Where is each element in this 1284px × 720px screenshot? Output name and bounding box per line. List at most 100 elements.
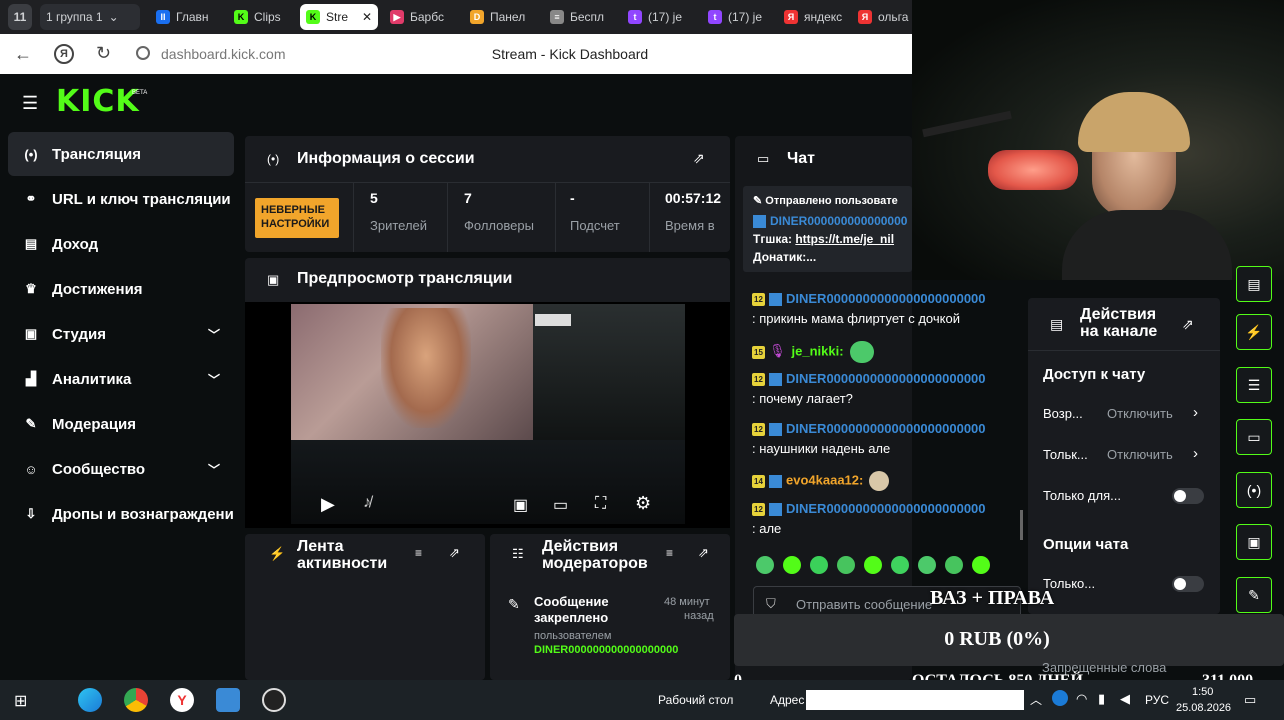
filter-icon[interactable]: ≡: [666, 546, 673, 560]
filter-icon[interactable]: ≡: [415, 546, 422, 560]
followers-only-toggle[interactable]: [1172, 488, 1204, 504]
emote-icon[interactable]: [918, 556, 936, 574]
tab-label: (17) je: [728, 10, 763, 24]
popout-icon[interactable]: ⇗: [449, 545, 460, 561]
desktop-label[interactable]: Рабочий стол: [658, 693, 733, 707]
popout-icon[interactable]: ⇗: [693, 150, 705, 167]
yandex-browser-icon[interactable]: Y: [170, 688, 194, 712]
emote-icon[interactable]: [891, 556, 909, 574]
settings-gear-icon[interactable]: ⚙: [635, 493, 651, 514]
sidebar-item-community[interactable]: ☺ Сообщество ﹀: [8, 447, 234, 491]
tab-glavn[interactable]: II Главн: [150, 4, 224, 30]
chat-username[interactable]: evo4kaaa12:: [786, 472, 863, 487]
windows-start-icon[interactable]: ⊞: [14, 691, 27, 711]
only-row[interactable]: Тольк... Отключить ›: [1043, 445, 1213, 467]
sidebar-item-income[interactable]: ▤ Доход: [8, 222, 234, 266]
mute-icon[interactable]: ♪̸: [363, 494, 371, 512]
beta-label: BETA: [132, 90, 148, 96]
status-badge[interactable]: НЕВЕРНЫЕ НАСТРОЙКИ: [255, 198, 339, 238]
tab-twitch-1[interactable]: t (17) je: [622, 4, 698, 30]
rail-analytics-button[interactable]: ▤: [1236, 266, 1272, 302]
video-player[interactable]: ▶ ♪̸ ▣ ▭ ⛶ ⚙: [291, 304, 685, 524]
pinned-user: DINER000000000000000: [753, 214, 907, 229]
age-restrict-row[interactable]: Возр... Отключить ›: [1043, 404, 1213, 426]
only-option-toggle[interactable]: [1172, 576, 1204, 592]
rail-moderation-button[interactable]: ✎: [1236, 577, 1272, 613]
popout-icon[interactable]: ⇗: [1182, 316, 1194, 333]
language-indicator[interactable]: РУС: [1145, 693, 1169, 707]
rail-list-button[interactable]: ☰: [1236, 367, 1272, 403]
pinned-label-text: Отправлено пользовате: [765, 195, 898, 207]
emote-icon[interactable]: [972, 556, 990, 574]
streamer-body: [1062, 210, 1232, 280]
kick-logo[interactable]: KICK: [56, 84, 140, 119]
clock-time[interactable]: 1:50: [1192, 686, 1213, 698]
chrome-icon[interactable]: [124, 688, 148, 712]
tab-label: ольга: [878, 10, 909, 24]
sidebar-item-url-key[interactable]: ⚭ URL и ключ трансляции: [8, 177, 234, 221]
chevron-up-icon[interactable]: ︿: [1030, 691, 1042, 708]
tab-bespl[interactable]: ≡ Беспл: [544, 4, 618, 30]
wifi-icon[interactable]: ◠: [1076, 691, 1087, 707]
emote-icon[interactable]: [783, 556, 801, 574]
emote-icon[interactable]: [837, 556, 855, 574]
sub-badge: 12: [752, 503, 765, 517]
sword-badge-icon: [769, 474, 782, 488]
tab-panel[interactable]: D Панел: [464, 4, 540, 30]
tab-clips[interactable]: K Clips: [228, 4, 296, 30]
sidebar-item-drops[interactable]: ⇩ Дропы и вознаграждени: [8, 492, 244, 536]
emote-icon[interactable]: [945, 556, 963, 574]
close-icon[interactable]: ✕: [362, 10, 372, 24]
chat-username[interactable]: je_nikki:: [792, 343, 844, 358]
app-grid-icon[interactable]: [216, 688, 240, 712]
stat-value: -: [570, 190, 575, 206]
notification-icon[interactable]: ▭: [1244, 692, 1256, 708]
tab-yandex[interactable]: Яяндекс: [778, 4, 848, 30]
chat-username[interactable]: DINER0000000000000000000000: [786, 371, 986, 386]
tab-stream-active[interactable]: K Stre ✕: [300, 4, 378, 30]
stream-preview-card: ▣ Предпросмотр трансляции ▶ ♪̸ ▣ ▭ ⛶ ⚙: [245, 258, 730, 528]
mic-icon[interactable]: ▮: [1098, 691, 1105, 707]
sidebar-item-stream[interactable]: (•) Трансляция: [8, 132, 234, 176]
volume-icon[interactable]: ◀: [1120, 691, 1130, 707]
rail-broadcast-button[interactable]: (•): [1236, 472, 1272, 508]
community-icon: ☺: [24, 461, 38, 477]
emote-icon[interactable]: [810, 556, 828, 574]
sidebar-item-analytics[interactable]: ▟ Аналитика ﹀: [8, 357, 234, 401]
obs-icon[interactable]: [262, 688, 286, 712]
d-icon: D: [470, 10, 484, 24]
clock-date[interactable]: 25.08.2026: [1176, 702, 1231, 714]
tab-group[interactable]: 1 группа 1 ⌄: [40, 4, 140, 30]
tab-olga[interactable]: Яольга: [852, 4, 912, 30]
chat-username[interactable]: DINER0000000000000000000000: [786, 291, 986, 306]
tab-twitch-2[interactable]: t (17) je: [702, 4, 774, 30]
tab-counter[interactable]: 11: [8, 4, 32, 30]
pinned-link[interactable]: https://t.me/je_nil: [795, 232, 894, 246]
session-info-card: (•) Информация о сессии ⇗ НЕВЕРНЫЕ НАСТР…: [245, 136, 730, 252]
emote-icon[interactable]: [756, 556, 774, 574]
emote-icon[interactable]: [864, 556, 882, 574]
streamer-hair: [1078, 92, 1190, 152]
rail-chat-button[interactable]: ▭: [1236, 419, 1272, 455]
popout-icon[interactable]: ⇗: [698, 545, 709, 561]
theater-icon[interactable]: ▭: [553, 495, 568, 515]
sidebar-item-studio[interactable]: ▣ Студия ﹀: [8, 312, 234, 356]
chat-username[interactable]: DINER0000000000000000000000: [786, 421, 986, 436]
chat-username[interactable]: DINER0000000000000000000000: [786, 501, 986, 516]
menu-icon[interactable]: ☰: [22, 93, 38, 114]
pinned-message[interactable]: ✎ Отправлено пользовате DINER00000000000…: [743, 186, 912, 272]
rail-actions-button[interactable]: ▣: [1236, 524, 1272, 560]
sidebar-item-moderation[interactable]: ✎ Модерация: [8, 402, 234, 446]
mod-item-user[interactable]: DINER000000000000000000: [534, 644, 716, 656]
play-icon[interactable]: ▶: [321, 494, 335, 515]
tab-barbs[interactable]: ▶ Барбс: [384, 4, 460, 30]
chat-scrollbar[interactable]: [1020, 510, 1023, 540]
sidebar-item-achievements[interactable]: ♛ Достижения: [8, 267, 234, 311]
rail-lightning-button[interactable]: ⚡: [1236, 314, 1272, 350]
chat-message-text: : наушники надень але: [752, 441, 891, 456]
network-icon[interactable]: [1052, 690, 1068, 706]
pip-icon[interactable]: ▣: [513, 495, 528, 515]
edge-icon[interactable]: [78, 688, 102, 712]
taskbar-address-input[interactable]: [806, 690, 1024, 710]
fullscreen-icon[interactable]: ⛶: [595, 495, 606, 513]
